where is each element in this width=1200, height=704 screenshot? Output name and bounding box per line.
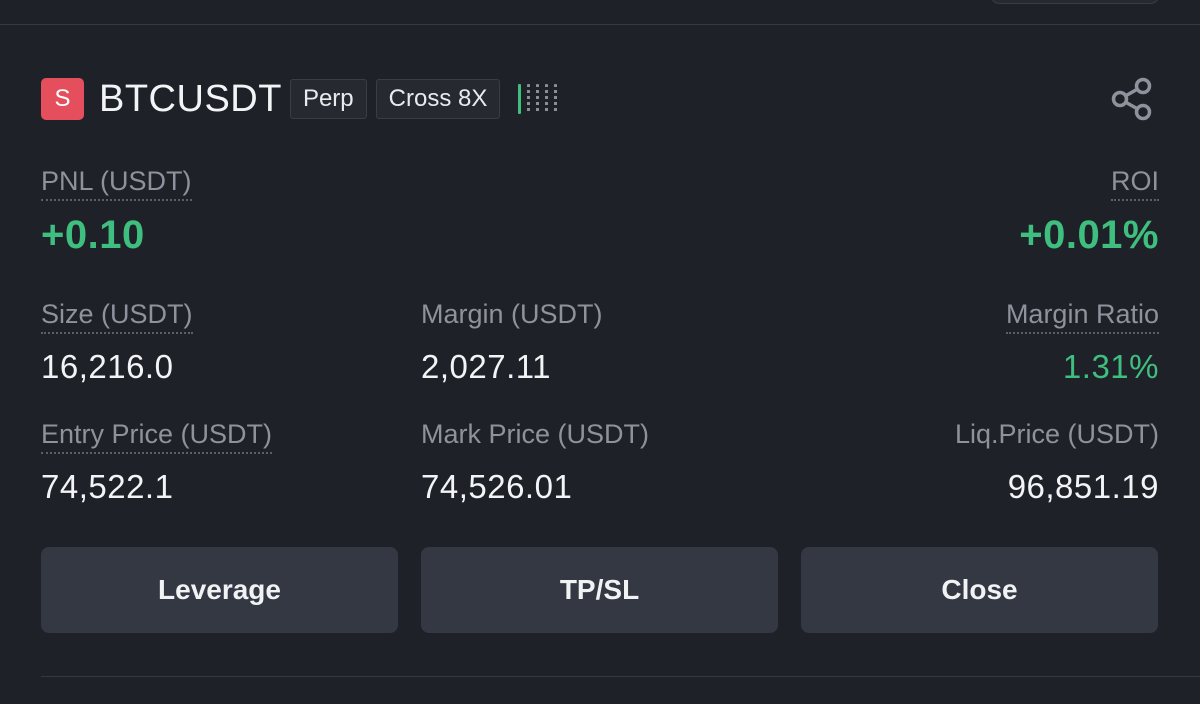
close-button[interactable]: Close [801,547,1158,633]
margin-label: Margin (USDT) [421,299,603,329]
margin-stat: Margin (USDT) 2,027.11 [421,299,603,386]
share-button[interactable] [1107,74,1157,124]
tag-margin-mode[interactable]: Cross 8X [375,79,501,119]
divider [41,676,1200,677]
entry-price-label[interactable]: Entry Price (USDT) [41,419,273,455]
size-stat: Size (USDT) 16,216.0 [41,299,193,386]
entry-price-value: 74,522.1 [41,468,174,506]
margin-ratio-stat: Margin Ratio 1.31% [1005,299,1159,386]
tag-perp: Perp [289,79,367,119]
risk-bar [527,84,531,114]
liq-price-stat: Liq.Price (USDT) 96,851.19 [955,419,1159,506]
size-label[interactable]: Size (USDT) [41,299,193,335]
tpsl-button[interactable]: TP/SL [421,547,778,633]
side-badge: S [41,78,84,120]
risk-bar [545,84,549,114]
risk-bar [554,84,558,114]
top-control[interactable] [990,0,1160,4]
pnl-stat: PNL (USDT) +0.10 [41,166,192,258]
mark-price-stat: Mark Price (USDT) 74,526.01 [421,419,649,506]
risk-bar [536,84,540,114]
roi-value: +0.01% [1019,213,1159,258]
pnl-label[interactable]: PNL (USDT) [41,166,192,202]
risk-bar [518,84,522,114]
divider [0,24,1200,25]
position-card: S BTCUSDT Perp Cross 8X PNL (USDT) +0.10… [0,0,1200,704]
margin-ratio-label[interactable]: Margin Ratio [1005,299,1159,335]
risk-level-indicator[interactable] [518,83,558,115]
entry-price-stat: Entry Price (USDT) 74,522.1 [41,419,273,506]
pnl-value: +0.10 [41,213,145,258]
liq-price-label: Liq.Price (USDT) [954,419,1159,449]
margin-value: 2,027.11 [421,348,552,386]
share-icon [1111,77,1152,121]
leverage-button[interactable]: Leverage [41,547,398,633]
roi-label[interactable]: ROI [1110,166,1159,202]
margin-ratio-value: 1.31% [1062,348,1159,386]
roi-stat: ROI +0.01% [1019,166,1159,258]
symbol-title[interactable]: BTCUSDT [99,78,282,121]
mark-price-label: Mark Price (USDT) [421,419,649,449]
liq-price-value: 96,851.19 [1007,468,1159,506]
mark-price-value: 74,526.01 [421,468,573,506]
size-value: 16,216.0 [41,348,174,386]
position-header: S BTCUSDT Perp Cross 8X [41,78,558,121]
